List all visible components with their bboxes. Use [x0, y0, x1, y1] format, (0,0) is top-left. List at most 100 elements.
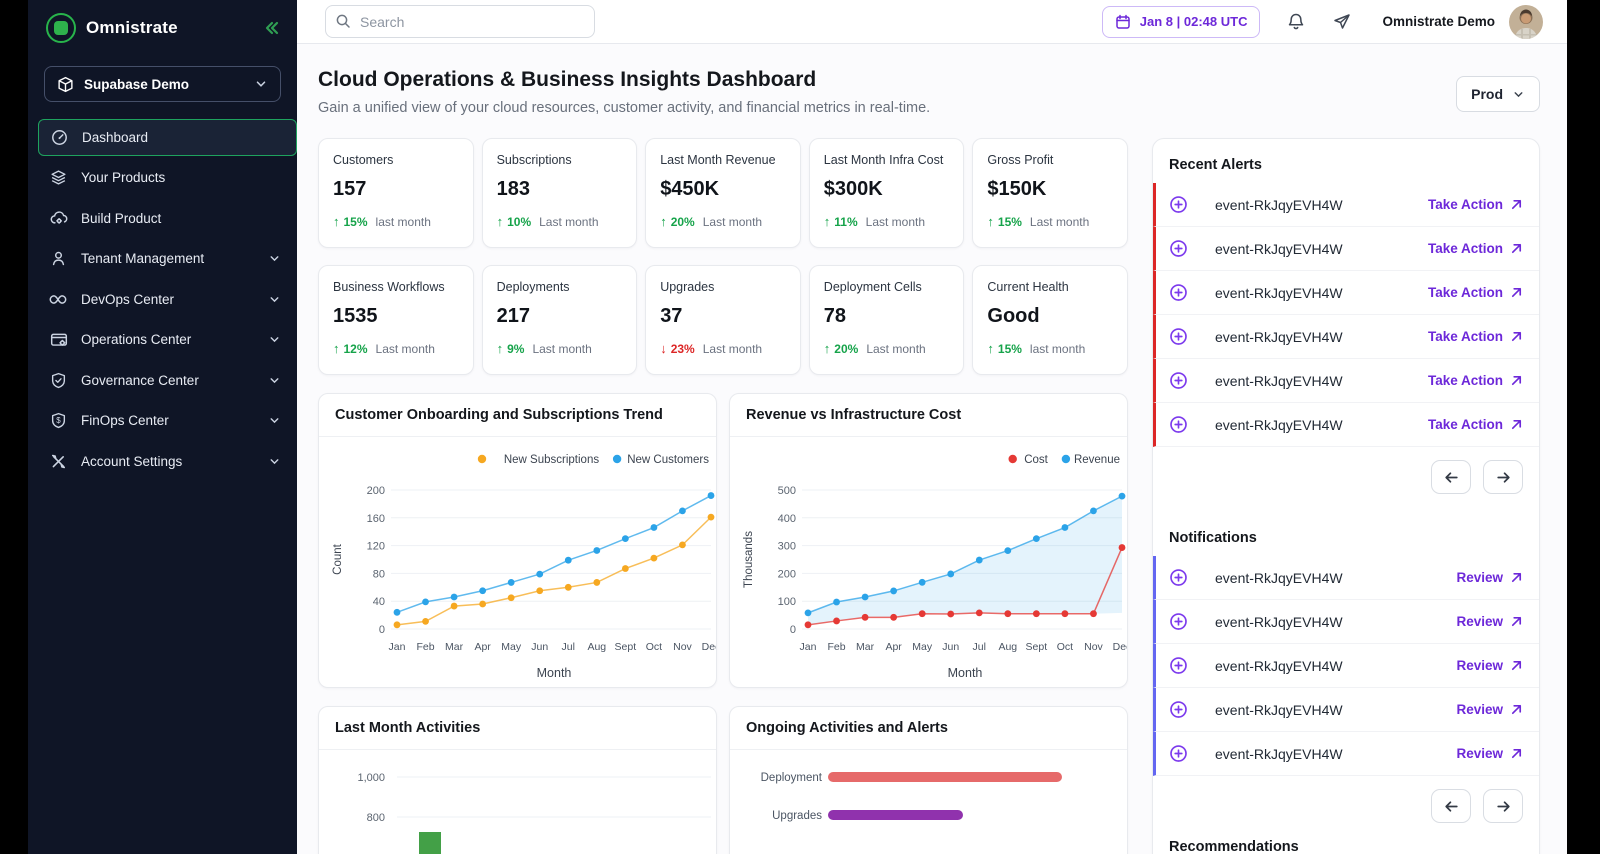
plus-circle-icon[interactable]: [1169, 371, 1188, 390]
stat-value: 217: [497, 305, 623, 328]
sidebar-item-devops-center[interactable]: DevOps Center: [28, 281, 297, 318]
notifications-next-page-button[interactable]: [1483, 789, 1523, 823]
svg-text:Aug: Aug: [587, 641, 606, 653]
event-id: event-RkJqyEVH4W: [1215, 658, 1343, 674]
chevron-down-icon: [268, 333, 281, 346]
svg-text:300: 300: [778, 541, 796, 553]
arrow-up-right-icon: [1510, 747, 1523, 760]
notification-row[interactable]: event-RkJqyEVH4W Review: [1153, 688, 1539, 732]
cube-icon: [57, 76, 74, 93]
chevron-down-icon: [268, 455, 281, 468]
sidebar-item-account-settings[interactable]: Account Settings: [28, 443, 297, 480]
review-link[interactable]: Review: [1456, 658, 1523, 673]
arrow-up-right-icon: [1510, 418, 1523, 431]
chevron-down-icon: [1512, 88, 1525, 101]
stat-delta-period: Last month: [703, 215, 762, 229]
notification-row[interactable]: event-RkJqyEVH4W Review: [1153, 644, 1539, 688]
sidebar-item-operations-center[interactable]: Operations Center: [28, 321, 297, 358]
sidebar-item-tenant-management[interactable]: Tenant Management: [28, 240, 297, 277]
console-gear-icon: [49, 331, 68, 349]
alert-row[interactable]: event-RkJqyEVH4W Take Action: [1153, 359, 1539, 403]
sidebar-item-build-product[interactable]: Build Product: [28, 200, 297, 237]
sidebar-item-finops-center[interactable]: $ FinOps Center: [28, 402, 297, 439]
take-action-link[interactable]: Take Action: [1428, 417, 1523, 432]
review-link[interactable]: Review: [1456, 746, 1523, 761]
action-label: Take Action: [1428, 285, 1503, 300]
sidebar-item-label: Operations Center: [81, 332, 191, 347]
workspace-selector[interactable]: Supabase Demo: [44, 66, 281, 102]
plus-circle-icon[interactable]: [1169, 744, 1188, 763]
svg-text:Jan: Jan: [800, 641, 817, 653]
sidebar-collapse-icon[interactable]: [261, 18, 281, 38]
svg-text:Mar: Mar: [856, 641, 875, 653]
svg-text:Aug: Aug: [998, 641, 1017, 653]
omnistrate-logo-icon: [46, 13, 76, 43]
logo-row: Omnistrate: [28, 0, 297, 55]
svg-text:Jul: Jul: [562, 641, 575, 653]
search-input[interactable]: [325, 5, 595, 38]
action-label: Take Action: [1428, 241, 1503, 256]
tools-icon: [49, 453, 68, 470]
notification-row[interactable]: event-RkJqyEVH4W Review: [1153, 600, 1539, 644]
plus-circle-icon[interactable]: [1169, 568, 1188, 587]
plus-circle-icon[interactable]: [1169, 415, 1188, 434]
alert-row[interactable]: event-RkJqyEVH4W Take Action: [1153, 227, 1539, 271]
take-action-link[interactable]: Take Action: [1428, 373, 1523, 388]
stat-card: Business Workflows 1535 ↑ 12% Last month: [318, 265, 474, 375]
svg-text:Jun: Jun: [942, 641, 959, 653]
sidebar-item-governance-center[interactable]: Governance Center: [28, 362, 297, 399]
take-action-link[interactable]: Take Action: [1428, 241, 1523, 256]
stat-label: Subscriptions: [497, 153, 623, 167]
stat-delta-percent: 10%: [507, 215, 531, 229]
alert-row[interactable]: event-RkJqyEVH4W Take Action: [1153, 403, 1539, 447]
user-avatar[interactable]: [1509, 5, 1543, 39]
take-action-link[interactable]: Take Action: [1428, 329, 1523, 344]
take-action-link[interactable]: Take Action: [1428, 197, 1523, 212]
stat-card: Customers 157 ↑ 15% last month: [318, 138, 474, 248]
plus-circle-icon[interactable]: [1169, 195, 1188, 214]
arrow-up-right-icon: [1510, 659, 1523, 672]
plus-circle-icon[interactable]: [1169, 283, 1188, 302]
infinity-icon: [49, 293, 68, 306]
alerts-next-page-button[interactable]: [1483, 460, 1523, 494]
alerts-prev-page-button[interactable]: [1431, 460, 1471, 494]
take-action-link[interactable]: Take Action: [1428, 285, 1523, 300]
send-icon[interactable]: [1332, 12, 1352, 32]
review-link[interactable]: Review: [1456, 702, 1523, 717]
plus-circle-icon[interactable]: [1169, 656, 1188, 675]
sidebar-item-your-products[interactable]: Your Products: [28, 159, 297, 196]
svg-text:Thousands: Thousands: [743, 531, 755, 588]
notification-row[interactable]: event-RkJqyEVH4W Review: [1153, 732, 1539, 776]
datetime-button[interactable]: Jan 8 | 02:48 UTC: [1102, 6, 1261, 38]
chart-title: Revenue vs Infrastructure Cost: [730, 394, 1127, 437]
plus-circle-icon[interactable]: [1169, 700, 1188, 719]
event-id: event-RkJqyEVH4W: [1215, 285, 1343, 301]
stat-label: Deployment Cells: [824, 280, 950, 294]
stat-value: $450K: [660, 178, 786, 201]
trend-arrow-icon: ↑: [824, 341, 831, 356]
bell-icon[interactable]: [1286, 12, 1306, 32]
svg-text:200: 200: [367, 485, 385, 497]
review-link[interactable]: Review: [1456, 614, 1523, 629]
environment-dropdown[interactable]: Prod: [1456, 76, 1540, 112]
stat-value: 37: [660, 305, 786, 328]
user-name[interactable]: Omnistrate Demo: [1382, 14, 1495, 29]
alert-row[interactable]: event-RkJqyEVH4W Take Action: [1153, 271, 1539, 315]
chart-title: Ongoing Activities and Alerts: [730, 707, 1127, 750]
notifications-prev-page-button[interactable]: [1431, 789, 1471, 823]
onboarding-trend-chart: New CustomersNew Subscriptions0408012016…: [319, 437, 716, 688]
svg-text:0: 0: [790, 624, 796, 636]
stat-delta-percent: 9%: [507, 342, 524, 356]
plus-circle-icon[interactable]: [1169, 239, 1188, 258]
stat-delta-percent: 11%: [834, 215, 857, 229]
alert-row[interactable]: event-RkJqyEVH4W Take Action: [1153, 183, 1539, 227]
alert-row[interactable]: event-RkJqyEVH4W Take Action: [1153, 315, 1539, 359]
stat-delta-period: last month: [376, 215, 431, 229]
notification-row[interactable]: event-RkJqyEVH4W Review: [1153, 556, 1539, 600]
sidebar-item-dashboard[interactable]: Dashboard: [38, 119, 297, 156]
plus-circle-icon[interactable]: [1169, 327, 1188, 346]
plus-circle-icon[interactable]: [1169, 612, 1188, 631]
action-label: Review: [1456, 570, 1503, 585]
review-link[interactable]: Review: [1456, 570, 1523, 585]
recommendations-heading: Recommendations: [1153, 833, 1539, 854]
